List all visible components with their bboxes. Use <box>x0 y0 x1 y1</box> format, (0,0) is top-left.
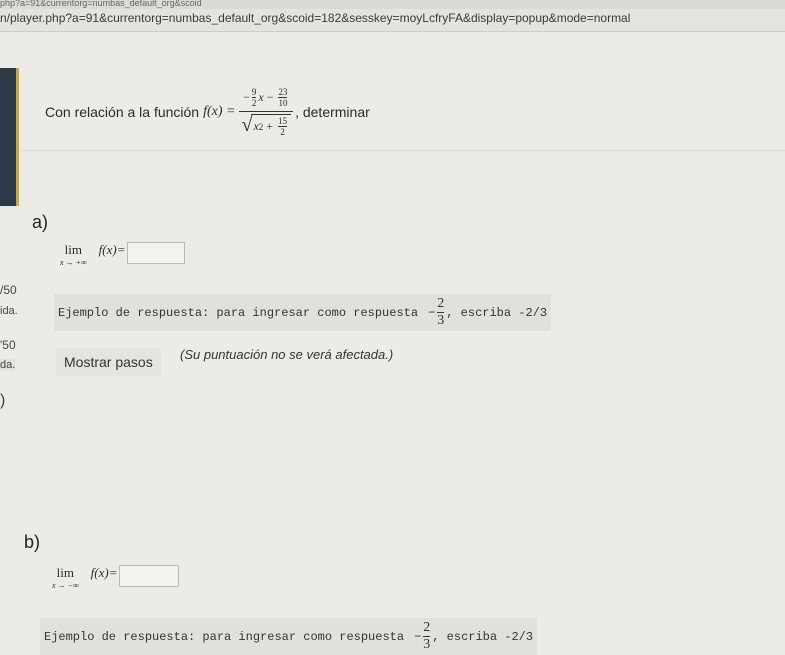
part-b-hint-den: 3 <box>423 637 431 652</box>
part-b-hint-text: Ejemplo de respuesta: para ingresar como… <box>44 629 405 644</box>
address-text[interactable]: n/player.php?a=91&currentorg=numbas_defa… <box>0 11 630 25</box>
part-b-hint-num: 2 <box>423 620 431 635</box>
numerator-sign: − <box>243 90 250 104</box>
part-b-hint: Ejemplo de respuesta: para ingresar como… <box>40 618 538 655</box>
browser-title-text: php?a=91&currentorg=numbas_default_org&s… <box>0 0 202 8</box>
status-label-2: da. <box>0 359 16 371</box>
status-label-1: ida. <box>0 305 18 317</box>
part-b-label: b) <box>24 532 41 552</box>
part-a-hint-text: Ejemplo de respuesta: para ingresar como… <box>58 305 419 320</box>
part-b-hint-after: , escriba -2/3 <box>432 629 534 644</box>
part-b-answer-input[interactable] <box>119 565 180 587</box>
part-b-limit: lim x → −∞ f(x)= <box>52 565 180 590</box>
numerator-b-top: 23 <box>278 87 288 97</box>
part-b-expression: f(x)= <box>90 565 118 580</box>
divider <box>20 150 785 151</box>
denominator-exponent: 2 <box>258 121 264 132</box>
part-a-lim-word: lim <box>64 242 82 257</box>
question-statement: Con relación a la función f(x) = − 9 2 x… <box>45 87 370 137</box>
address-bar[interactable]: n/player.php?a=91&currentorg=numbas_defa… <box>0 9 785 32</box>
part-b-lim-word: lim <box>56 565 74 580</box>
question-content: Con relación a la función f(x) = − 9 2 x… <box>20 32 785 655</box>
part-a-label: a) <box>32 212 49 232</box>
question-intro: Con relación a la función <box>45 104 200 120</box>
denominator-c-top: 15 <box>278 116 288 126</box>
denominator-plus: + <box>266 119 274 133</box>
part-a-answer-input[interactable] <box>127 242 186 264</box>
function-name: f(x) = <box>203 104 236 119</box>
part-a-hint-den: 3 <box>437 313 445 328</box>
function-fraction: − 9 2 x − 23 10 √ x 2 + 15 2 <box>239 87 294 137</box>
nav-marker: ) <box>0 392 6 409</box>
part-a-hint-sign: − <box>428 305 436 320</box>
part-a-hint-num: 2 <box>437 296 445 311</box>
part-b-lim-sub: x → −∞ <box>52 581 79 590</box>
numerator-x: x <box>258 90 264 104</box>
browser-title-bar: php?a=91&currentorg=numbas_default_org&s… <box>0 0 785 9</box>
denominator-c-bottom: 2 <box>280 127 285 137</box>
show-steps-button[interactable]: Mostrar pasos <box>56 348 161 376</box>
numerator-minus: − <box>266 90 274 104</box>
numerator-a-bottom: 2 <box>251 98 257 108</box>
part-a-lim-sub: x → +∞ <box>60 258 87 267</box>
score-note: (Su puntuación no se verá afectada.) <box>180 347 394 362</box>
part-a-hint-after: , escriba -2/3 <box>446 305 548 320</box>
numerator-a-top: 9 <box>251 87 257 97</box>
question-suffix: , determinar <box>295 104 370 120</box>
part-a-expression: f(x)= <box>98 242 126 257</box>
part-a-limit: lim x → +∞ f(x)= <box>60 242 186 267</box>
part-b-hint-sign: − <box>414 629 422 644</box>
numerator-b-bottom: 10 <box>278 98 288 108</box>
score-label-1: /50 <box>0 283 17 297</box>
nav-sidebar-panel[interactable] <box>0 68 19 206</box>
score-label-2: '50 <box>0 338 16 352</box>
part-a-hint: Ejemplo de respuesta: para ingresar como… <box>54 294 552 331</box>
